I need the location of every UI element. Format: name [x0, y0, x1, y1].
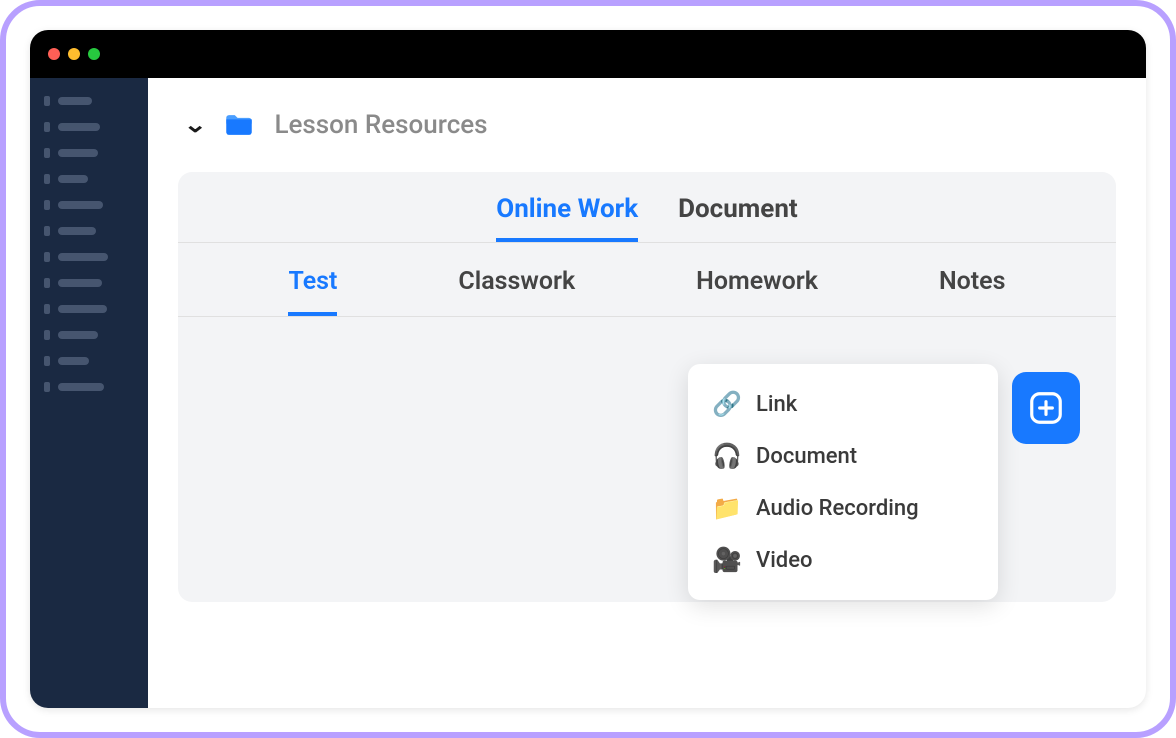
sidebar-item[interactable] — [44, 330, 134, 340]
main-content: ⌄ Lesson Resources Online Work Document T… — [148, 78, 1146, 708]
header-row: ⌄ Lesson Resources — [178, 108, 1116, 142]
dropdown-item-link[interactable]: 🔗 Link — [688, 378, 998, 430]
close-window-icon[interactable] — [48, 48, 60, 60]
outer-frame: ⌄ Lesson Resources Online Work Document T… — [0, 0, 1176, 738]
sidebar-bullet-icon — [44, 278, 50, 288]
chevron-down-icon[interactable]: ⌄ — [183, 113, 207, 138]
dropdown-item-label: Video — [756, 548, 812, 573]
sidebar-item[interactable] — [44, 200, 134, 210]
sidebar-bullet-icon — [44, 122, 50, 132]
dropdown-item-label: Document — [756, 444, 857, 469]
plus-icon — [1027, 389, 1065, 427]
link-icon: 🔗 — [712, 390, 740, 418]
sidebar-item[interactable] — [44, 148, 134, 158]
tab-secondary-notes[interactable]: Notes — [939, 267, 1006, 316]
sidebar-item[interactable] — [44, 96, 134, 106]
sidebar-item[interactable] — [44, 122, 134, 132]
minimize-window-icon[interactable] — [68, 48, 80, 60]
dropdown-item-label: Link — [756, 392, 797, 417]
sidebar-item-label — [58, 331, 98, 339]
sidebar-bullet-icon — [44, 304, 50, 314]
sidebar-item[interactable] — [44, 174, 134, 184]
maximize-window-icon[interactable] — [88, 48, 100, 60]
sidebar-item[interactable] — [44, 278, 134, 288]
tab-primary-document[interactable]: Document — [678, 194, 798, 242]
sidebar-item[interactable] — [44, 356, 134, 366]
tab-secondary-classwork[interactable]: Classwork — [458, 267, 575, 316]
sidebar-item-label — [58, 175, 88, 183]
tab-primary-online-work[interactable]: Online Work — [496, 194, 638, 242]
dropdown-item-audio-recording[interactable]: 📁 Audio Recording — [688, 482, 998, 534]
page-title: Lesson Resources — [274, 110, 487, 140]
browser-window: ⌄ Lesson Resources Online Work Document T… — [30, 30, 1146, 708]
sidebar-bullet-icon — [44, 174, 50, 184]
audio-recording-icon: 📁 — [712, 494, 740, 522]
dropdown-item-document[interactable]: 🎧 Document — [688, 430, 998, 482]
sidebar-item-label — [58, 279, 102, 287]
sidebar-item[interactable] — [44, 252, 134, 262]
sidebar-bullet-icon — [44, 382, 50, 392]
sidebar-item[interactable] — [44, 382, 134, 392]
sidebar-bullet-icon — [44, 200, 50, 210]
browser-body: ⌄ Lesson Resources Online Work Document T… — [30, 78, 1146, 708]
sidebar-item[interactable] — [44, 226, 134, 236]
add-button[interactable] — [1012, 372, 1080, 444]
tabs-secondary: Test Classwork Homework Notes — [178, 243, 1116, 317]
add-dropdown-menu: 🔗 Link 🎧 Document 📁 Audio Recording 🎥 Video — [688, 364, 998, 600]
sidebar-item-label — [58, 305, 107, 313]
sidebar-item-label — [58, 201, 103, 209]
sidebar-bullet-icon — [44, 252, 50, 262]
sidebar-item-label — [58, 227, 96, 235]
content-card: Online Work Document Test Classwork Homewor… — [178, 172, 1116, 602]
sidebar-item-label — [58, 97, 92, 105]
browser-titlebar — [30, 30, 1146, 78]
tab-secondary-test[interactable]: Test — [288, 267, 337, 316]
dropdown-item-video[interactable]: 🎥 Video — [688, 534, 998, 586]
sidebar-bullet-icon — [44, 330, 50, 340]
sidebar-item-label — [58, 383, 104, 391]
video-icon: 🎥 — [712, 546, 740, 574]
sidebar-item[interactable] — [44, 304, 134, 314]
sidebar-bullet-icon — [44, 148, 50, 158]
dropdown-item-label: Audio Recording — [756, 496, 919, 521]
tab-secondary-homework[interactable]: Homework — [696, 267, 818, 316]
sidebar-item-label — [58, 357, 89, 365]
tabs-primary: Online Work Document — [178, 172, 1116, 243]
sidebar-item-label — [58, 253, 108, 261]
sidebar — [30, 78, 148, 708]
document-icon: 🎧 — [712, 442, 740, 470]
sidebar-bullet-icon — [44, 356, 50, 366]
sidebar-item-label — [58, 123, 100, 131]
sidebar-bullet-icon — [44, 96, 50, 106]
sidebar-bullet-icon — [44, 226, 50, 236]
sidebar-item-label — [58, 149, 98, 157]
folder-icon — [222, 108, 256, 142]
